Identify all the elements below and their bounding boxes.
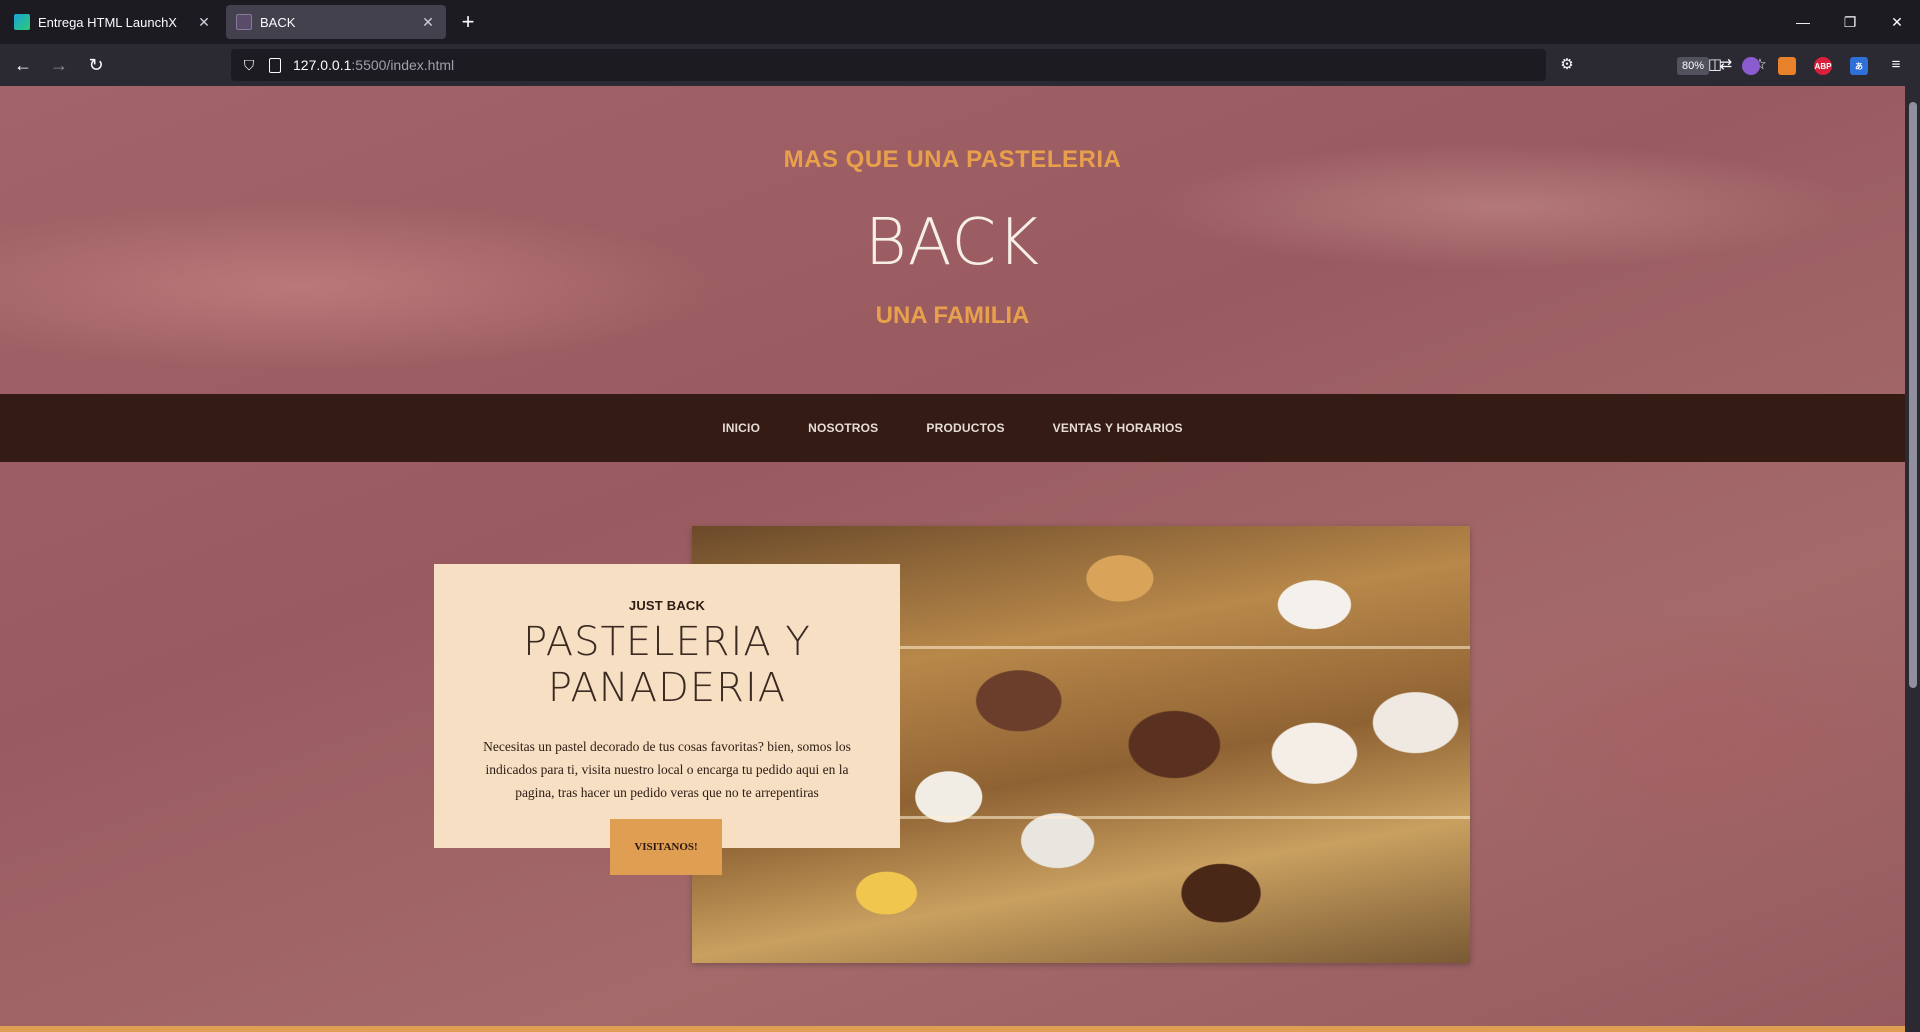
page-scrollbar[interactable] xyxy=(1905,86,1920,1032)
close-icon[interactable]: ✕ xyxy=(420,14,436,31)
nav-link-productos[interactable]: PRODUCTOS xyxy=(926,421,1004,435)
adblock-plus-icon[interactable]: ABP xyxy=(1814,57,1832,75)
extension-profile-icon[interactable] xyxy=(1742,57,1760,75)
tab-title: BACK xyxy=(260,14,296,30)
promo-card: JUST BACK PASTELERIA Y PANADERIA Necesit… xyxy=(434,564,900,848)
url-host: 127.0.0.1 xyxy=(293,57,352,73)
new-tab-button[interactable]: + xyxy=(452,6,484,38)
restore-button[interactable]: ❐ xyxy=(1827,0,1873,44)
back-button[interactable]: ← xyxy=(7,49,39,81)
close-window-button[interactable]: ✕ xyxy=(1874,0,1920,44)
pocket-icon[interactable]: ◫ xyxy=(1705,55,1725,75)
promo-body: Necesitas un pastel decorado de tus cosa… xyxy=(483,739,851,800)
tab-title: Entrega HTML LaunchX xyxy=(38,14,177,30)
page-info-icon[interactable] xyxy=(269,57,281,73)
menu-icon[interactable]: ≡ xyxy=(1886,55,1906,75)
promo-title: PASTELERIA Y PANADERIA xyxy=(523,619,811,711)
nav-link-inicio[interactable]: INICIO xyxy=(722,421,760,435)
launchx-icon xyxy=(14,14,30,30)
close-icon[interactable]: ✕ xyxy=(196,14,212,31)
browser-tab-bar: Entrega HTML LaunchX ✕ BACK ✕ + — ❐ ✕ xyxy=(0,0,1920,44)
hero-subtitle: UNA FAMILIA xyxy=(875,302,1030,329)
browser-toolbar: ← → ↻ ⛉ 127.0.0.1 :5500/index.html 80% ⇄… xyxy=(0,44,1920,86)
tab-entrega-html-launchx[interactable]: Entrega HTML LaunchX ✕ xyxy=(4,5,222,39)
address-bar[interactable]: ⛉ 127.0.0.1 :5500/index.html 80% ⇄ ☆ xyxy=(231,49,1767,81)
url-path: :5500/index.html xyxy=(351,57,455,73)
nav-link-nosotros[interactable]: NOSOTROS xyxy=(808,421,878,435)
nav-link-ventas-y-horarios[interactable]: VENTAS Y HORARIOS xyxy=(1053,421,1183,435)
settings-gear-icon[interactable]: ⚙ xyxy=(1557,55,1577,75)
visitanos-button[interactable]: VISITANOS! xyxy=(610,819,722,875)
site-nav: INICIO NOSOTROS PRODUCTOS VENTAS Y HORAR… xyxy=(0,394,1905,462)
translate-extension-icon[interactable]: あ xyxy=(1850,57,1868,75)
footer-accent-strip xyxy=(0,1026,1905,1032)
promo-eyebrow: JUST BACK xyxy=(628,598,706,613)
shield-icon[interactable]: ⛉ xyxy=(241,57,257,74)
minimize-button[interactable]: — xyxy=(1780,0,1826,44)
page-icon xyxy=(236,14,252,30)
reload-button[interactable]: ↻ xyxy=(80,49,112,81)
page-viewport: MAS QUE UNA PASTELERIA BACK UNA FAMILIA … xyxy=(0,86,1905,1032)
forward-button[interactable]: → xyxy=(43,49,75,81)
scrollbar-thumb[interactable] xyxy=(1909,102,1917,688)
extension-bag-icon[interactable] xyxy=(1778,57,1796,75)
hero-kicker: MAS QUE UNA PASTELERIA xyxy=(783,146,1122,173)
tab-back[interactable]: BACK ✕ xyxy=(226,5,446,39)
site-title: BACK xyxy=(864,206,1041,280)
